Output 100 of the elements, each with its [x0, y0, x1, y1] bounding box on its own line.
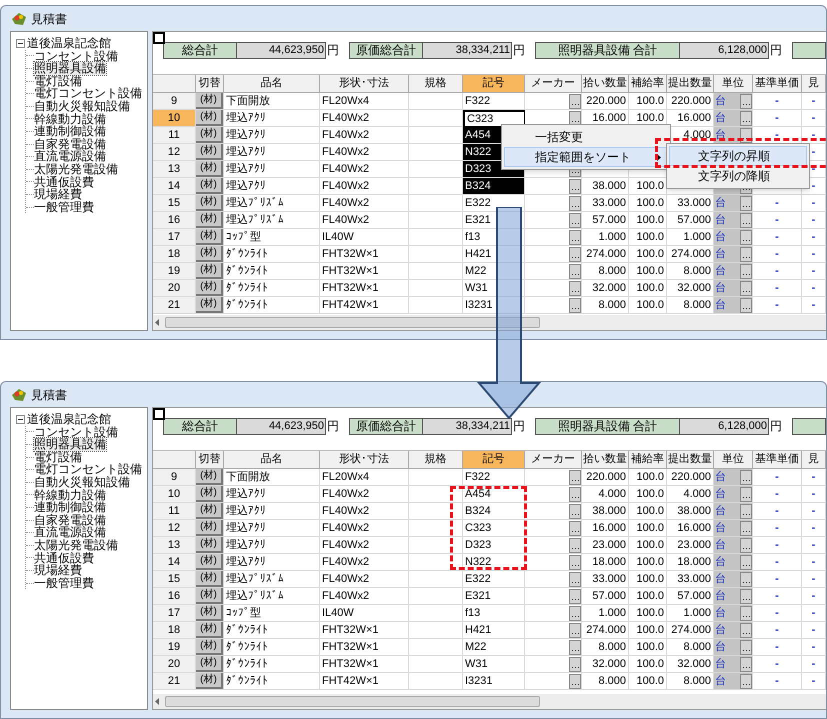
tree-item[interactable]: 幹線動力設備: [34, 112, 106, 126]
row-number[interactable]: 14: [153, 178, 196, 195]
tree-item[interactable]: 連動制御設備: [34, 501, 106, 514]
column-header[interactable]: 規格: [409, 451, 463, 469]
row-number[interactable]: 19: [153, 263, 196, 280]
more-button[interactable]: [569, 538, 581, 552]
column-header[interactable]: 切替: [196, 75, 224, 93]
row-number[interactable]: 13: [153, 161, 196, 178]
more-button[interactable]: [569, 640, 581, 654]
more-button[interactable]: [569, 298, 581, 312]
more-button[interactable]: [740, 640, 752, 654]
material-button[interactable]: (材): [196, 571, 223, 587]
material-button[interactable]: (材): [196, 469, 223, 485]
more-button[interactable]: [569, 230, 581, 244]
column-header[interactable]: 拾い数量: [582, 451, 629, 469]
more-button[interactable]: [740, 588, 752, 604]
more-button[interactable]: [740, 280, 752, 296]
material-button[interactable]: (材): [196, 554, 223, 570]
more-button[interactable]: [740, 554, 752, 570]
material-button[interactable]: (材): [196, 486, 223, 502]
more-button[interactable]: [740, 196, 752, 210]
tree-item[interactable]: 共通仮設費: [34, 552, 94, 564]
column-header[interactable]: 基準単価: [753, 451, 802, 469]
more-button[interactable]: [740, 110, 752, 126]
checkbox[interactable]: [153, 32, 165, 44]
column-header[interactable]: [153, 75, 196, 93]
row-number[interactable]: 17: [153, 229, 196, 246]
horizontal-scrollbar[interactable]: [153, 315, 826, 330]
column-header[interactable]: 補給率: [629, 75, 667, 93]
more-button[interactable]: [740, 230, 752, 244]
material-button[interactable]: (材): [196, 144, 223, 160]
more-button[interactable]: [569, 572, 581, 586]
more-button[interactable]: [569, 656, 581, 672]
column-header[interactable]: メーカー: [525, 451, 582, 469]
row-number[interactable]: 13: [153, 537, 196, 554]
more-button[interactable]: [569, 94, 581, 108]
tree-item[interactable]: 道後温泉記念館: [27, 413, 111, 426]
column-header[interactable]: 提出数量: [667, 75, 714, 93]
material-button[interactable]: (材): [196, 263, 223, 279]
tree-item[interactable]: 照明器具設備: [34, 62, 106, 75]
column-header[interactable]: 形状･寸法: [320, 75, 409, 93]
column-header[interactable]: 補給率: [629, 451, 667, 469]
tree-item[interactable]: 電灯設備: [34, 74, 82, 88]
more-button[interactable]: [569, 622, 581, 638]
material-button[interactable]: (材): [196, 673, 223, 689]
column-header[interactable]: 品名: [224, 451, 320, 469]
row-number[interactable]: 20: [153, 656, 196, 673]
column-header[interactable]: メーカー: [525, 75, 582, 93]
tree-item[interactable]: 太陽光発電設備: [34, 162, 118, 176]
more-button[interactable]: [740, 606, 752, 620]
row-number[interactable]: 11: [153, 503, 196, 520]
column-header[interactable]: 拾い数量: [582, 75, 629, 93]
row-number[interactable]: 19: [153, 639, 196, 656]
more-button[interactable]: [740, 622, 752, 638]
tree-item[interactable]: 直流電源設備: [34, 150, 106, 163]
more-button[interactable]: [569, 212, 581, 228]
tree-item[interactable]: 自家発電設備: [34, 138, 106, 150]
row-number[interactable]: 12: [153, 144, 196, 161]
column-header[interactable]: 見: [802, 451, 826, 469]
row-number[interactable]: 20: [153, 280, 196, 297]
material-button[interactable]: (材): [196, 229, 223, 245]
more-button[interactable]: [569, 504, 581, 518]
column-header[interactable]: 基準単価: [753, 75, 802, 93]
tree-item[interactable]: 現場経費: [34, 188, 82, 201]
checkbox[interactable]: [153, 408, 165, 420]
row-number[interactable]: 10: [153, 486, 196, 503]
row-number[interactable]: 16: [153, 212, 196, 229]
tree-item[interactable]: コンセント設備: [34, 50, 118, 62]
more-button[interactable]: [569, 606, 581, 620]
column-header[interactable]: 見: [802, 75, 826, 93]
tree-item[interactable]: コンセント設備: [34, 426, 118, 438]
row-number[interactable]: 21: [153, 673, 196, 690]
tree-item[interactable]: 電灯設備: [34, 450, 82, 464]
material-button[interactable]: (材): [196, 605, 223, 621]
more-button[interactable]: [569, 520, 581, 536]
more-button[interactable]: [569, 554, 581, 570]
more-button[interactable]: [569, 196, 581, 210]
tree-item[interactable]: 照明器具設備: [34, 438, 106, 451]
row-number[interactable]: 11: [153, 127, 196, 144]
material-button[interactable]: (材): [196, 503, 223, 519]
material-button[interactable]: (材): [196, 110, 223, 126]
material-button[interactable]: (材): [196, 212, 223, 228]
row-number[interactable]: 12: [153, 520, 196, 537]
more-button[interactable]: [569, 674, 581, 688]
more-button[interactable]: [740, 298, 752, 312]
menu-item[interactable]: 文字列の昇順: [669, 146, 807, 166]
horizontal-scrollbar[interactable]: [153, 694, 826, 709]
column-header[interactable]: 提出数量: [667, 451, 714, 469]
row-number[interactable]: 18: [153, 246, 196, 263]
more-button[interactable]: [740, 520, 752, 536]
tree-item[interactable]: 電灯コンセント設備: [34, 87, 142, 100]
more-button[interactable]: [569, 470, 581, 484]
material-button[interactable]: (材): [196, 178, 223, 194]
column-header[interactable]: 切替: [196, 451, 224, 469]
column-header[interactable]: [153, 451, 196, 469]
row-number[interactable]: 18: [153, 622, 196, 639]
more-button[interactable]: [740, 246, 752, 262]
more-button[interactable]: [569, 264, 581, 278]
more-button[interactable]: [569, 246, 581, 262]
more-button[interactable]: [740, 572, 752, 586]
